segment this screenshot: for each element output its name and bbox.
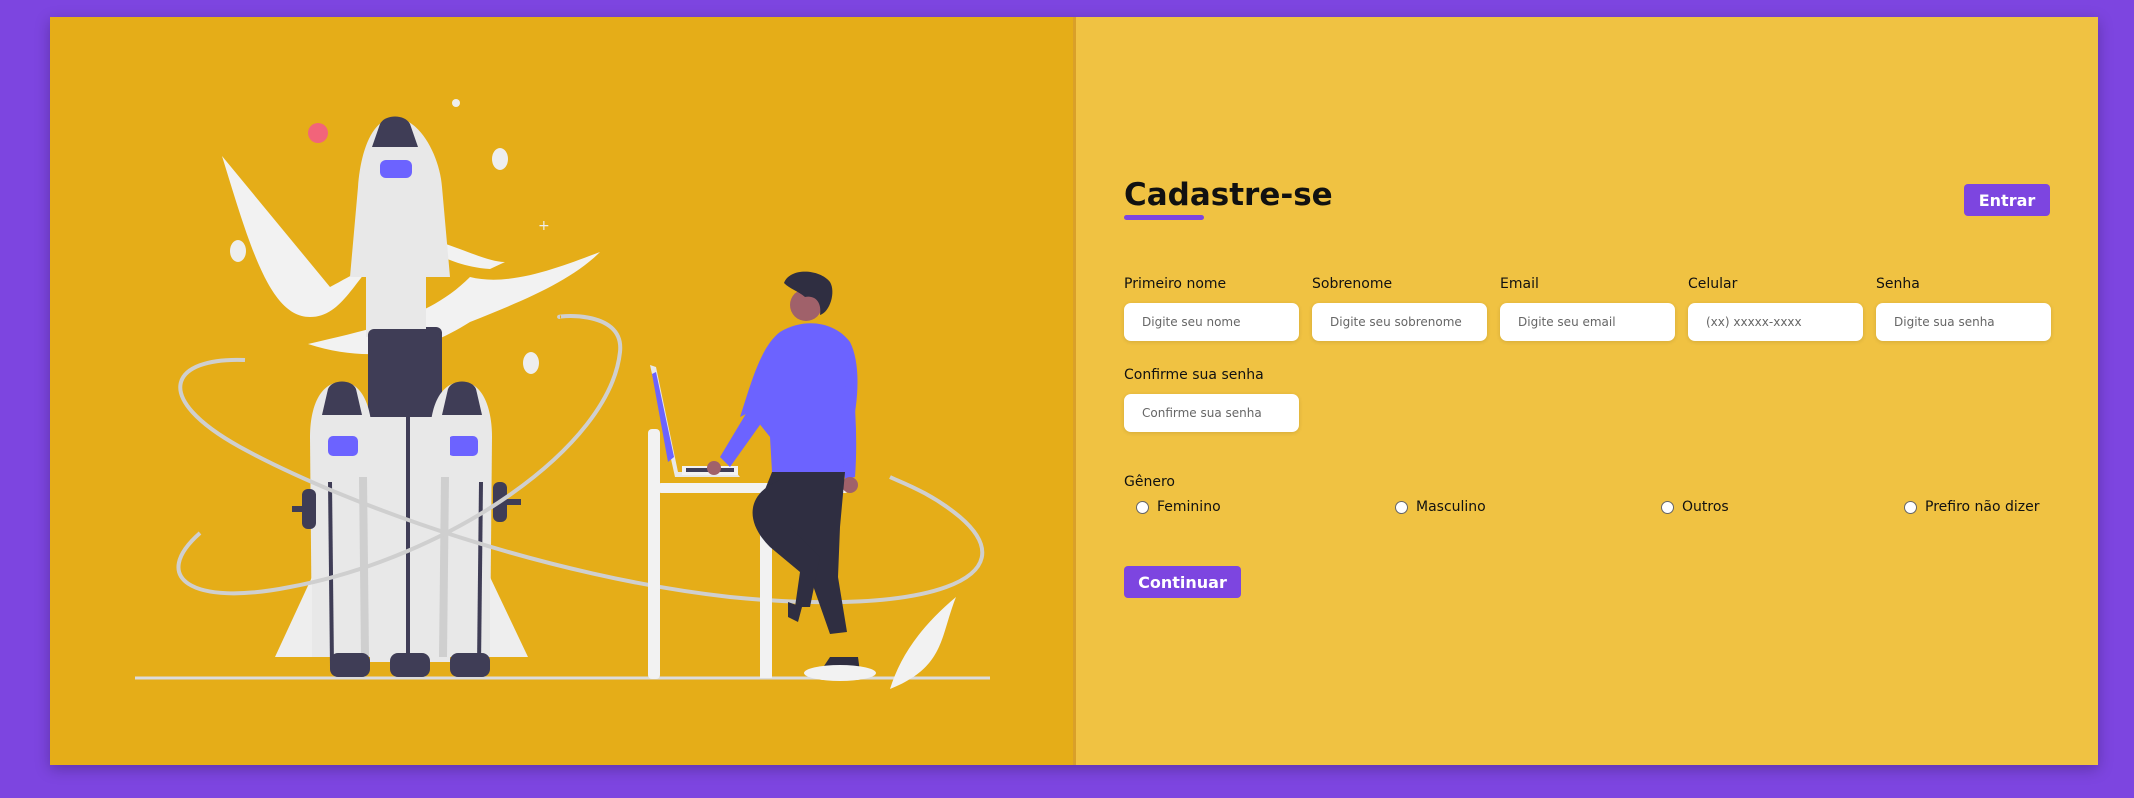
gender-option-prefiro-nao-dizer[interactable]: Prefiro não dizer [1904, 499, 2040, 515]
phone-label: Celular [1688, 276, 1738, 292]
svg-text:+: + [538, 218, 550, 234]
password-label: Senha [1876, 276, 1920, 292]
email-label: Email [1500, 276, 1539, 292]
confirm-password-input[interactable] [1124, 394, 1299, 432]
last-name-field-group: Sobrenome [1312, 276, 1487, 341]
illustration-panel: + [50, 17, 1076, 765]
email-field-group: Email [1500, 276, 1675, 341]
continue-button[interactable]: Continuar [1124, 566, 1241, 598]
radio-button[interactable] [1661, 500, 1674, 514]
signup-card: + Cadastre-se Entrar Primeiro nome Digit… [50, 17, 2098, 765]
first-name-input[interactable] [1124, 303, 1299, 341]
phone-field-group: Celular [1688, 276, 1863, 341]
gender-option-label: Outros [1682, 499, 1729, 515]
rocket-illustration: + [135, 99, 990, 689]
page-title: Cadastre-se [1124, 177, 1333, 213]
last-name-input[interactable] [1312, 303, 1487, 341]
last-name-label: Sobrenome [1312, 276, 1393, 292]
password-input[interactable] [1876, 303, 2051, 341]
signup-form-panel: Cadastre-se Entrar Primeiro nome Sobreno… [1076, 17, 2098, 765]
gender-option-outros[interactable]: Outros [1661, 499, 1729, 515]
radio-button[interactable] [1395, 500, 1408, 514]
first-name-label: Primeiro nome [1124, 276, 1227, 292]
password-field-group: Senha [1876, 276, 2051, 341]
confirm-password-label: Confirme sua senha [1124, 367, 1264, 383]
gender-label: Gênero [1124, 474, 1175, 490]
radio-button[interactable] [1136, 500, 1149, 514]
login-button[interactable]: Entrar [1964, 184, 2050, 216]
confirm-password-field-group: Confirme sua senha [1124, 367, 1299, 432]
radio-button[interactable] [1904, 500, 1917, 514]
gender-option-masculino[interactable]: Masculino [1395, 499, 1486, 515]
gender-option-label: Feminino [1157, 499, 1221, 515]
first-name-field-group: Primeiro nome [1124, 276, 1299, 341]
email-input[interactable] [1500, 303, 1675, 341]
gender-option-label: Prefiro não dizer [1925, 499, 2040, 515]
gender-option-label: Masculino [1416, 499, 1486, 515]
gender-option-feminino[interactable]: Feminino [1136, 499, 1221, 515]
phone-input[interactable] [1688, 303, 1863, 341]
title-underline [1124, 215, 1204, 220]
